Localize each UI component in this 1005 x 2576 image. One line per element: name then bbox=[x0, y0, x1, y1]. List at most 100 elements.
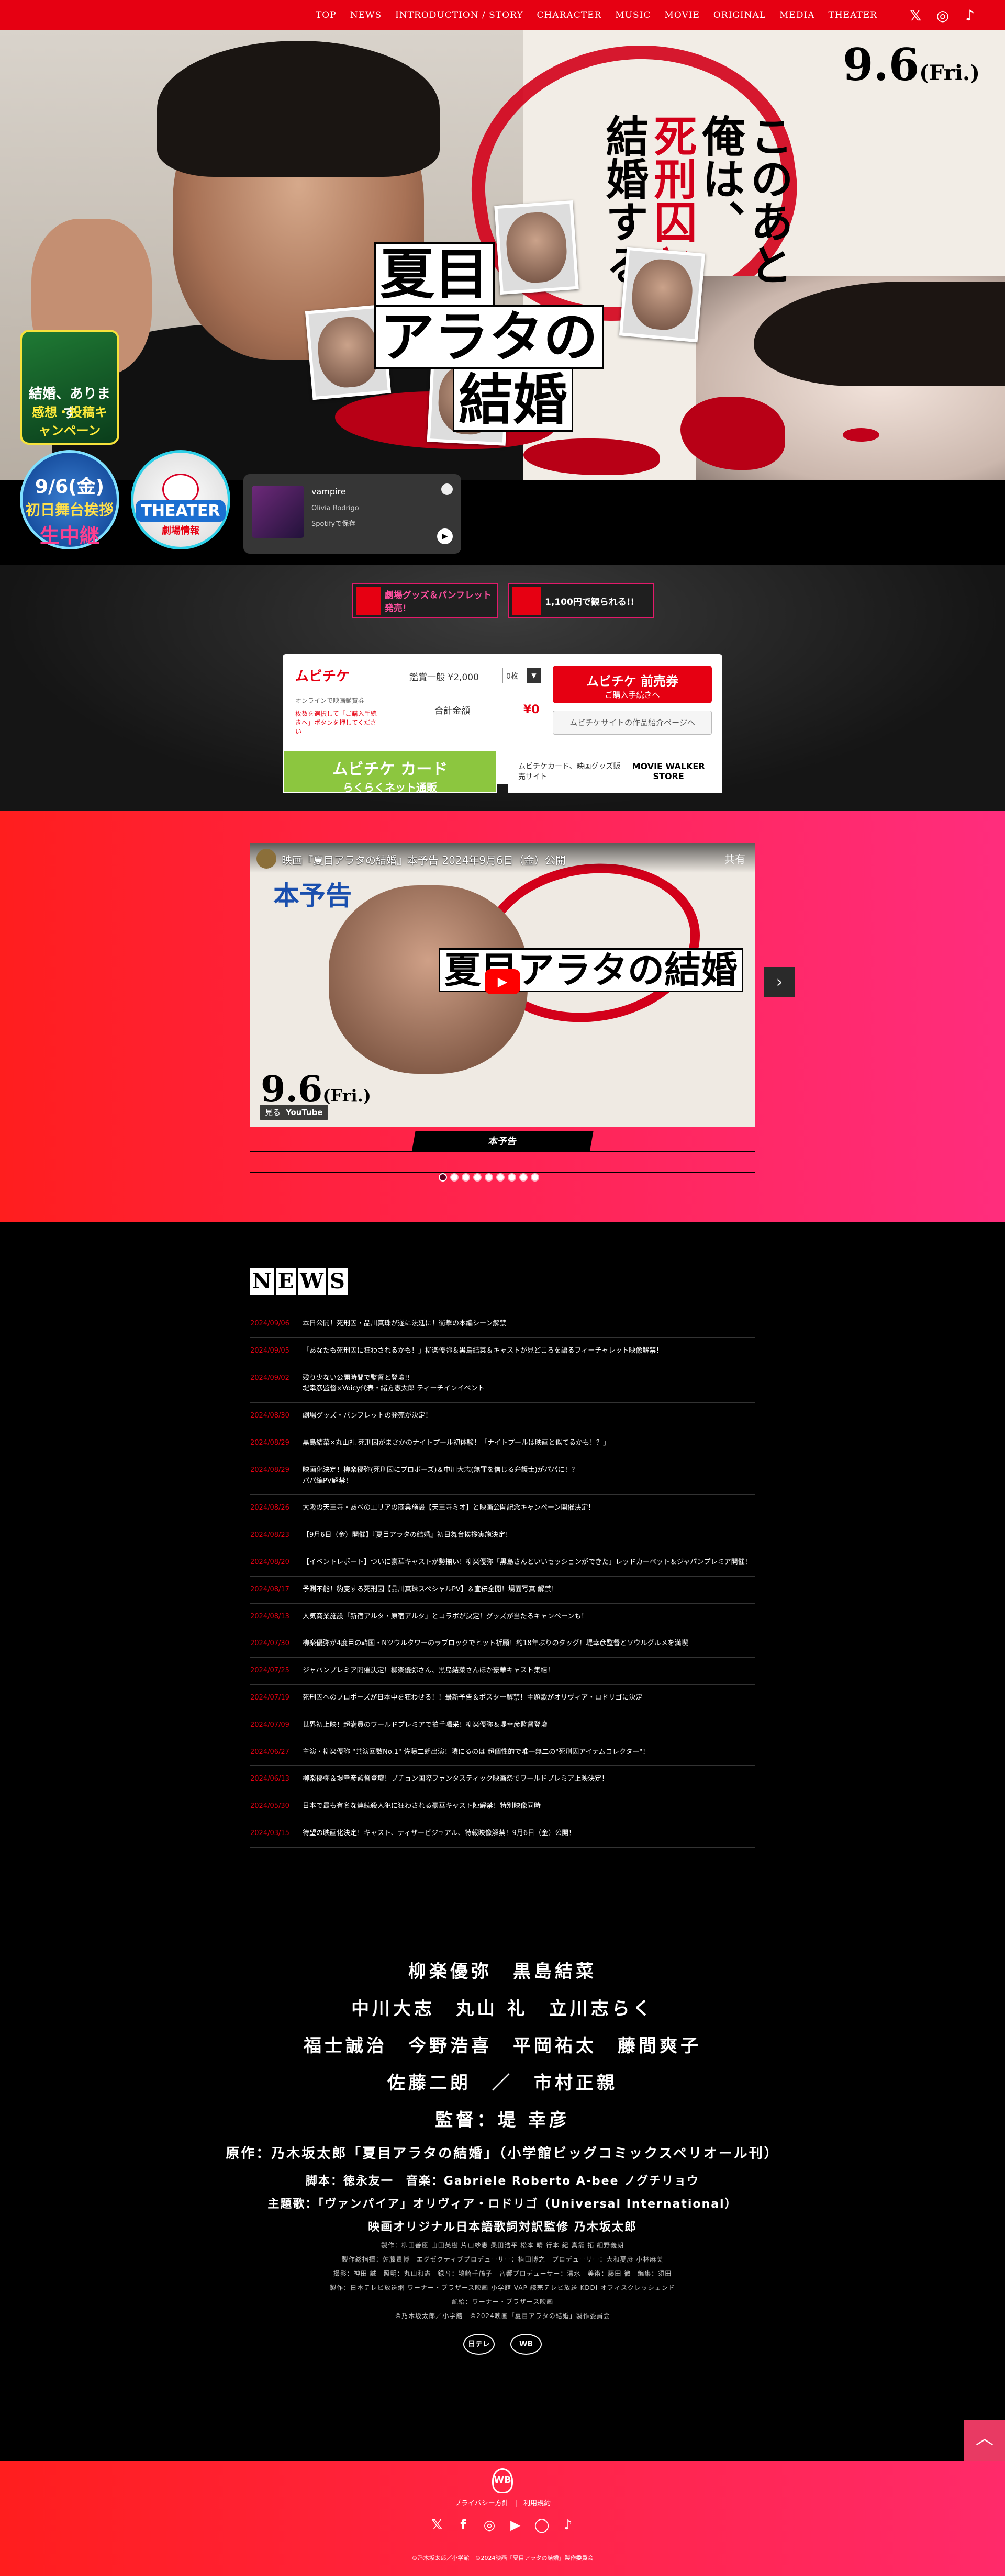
tiktok-icon[interactable]: ♪ bbox=[560, 2517, 576, 2534]
post-campaign-badge[interactable]: 結婚、あります 感想・投稿キャンペーン bbox=[20, 330, 119, 445]
instagram-icon[interactable]: ◎ bbox=[481, 2517, 498, 2534]
news-item[interactable]: 2024/08/23 【9月6日（金）開催】『夏目アラタの結婚』初日舞台挨拶実施決… bbox=[250, 1522, 755, 1549]
news-title[interactable]: 「あなたも死刑囚に狂わされるかも！」柳楽優弥＆黒島結菜＆キャストが見どころを語る… bbox=[303, 1346, 663, 1357]
nav-music[interactable]: MUSIC bbox=[615, 10, 651, 20]
news-title[interactable]: 主演・柳楽優弥 "共演回数No.1" 佐藤二朗出演！隣にるのは 超個性的で唯一無… bbox=[303, 1747, 649, 1758]
news-title[interactable]: 映画化決定！柳楽優弥(死刑囚にプロポーズ)＆中川大志(無罪を信じる弁護士)がパパ… bbox=[303, 1465, 578, 1487]
green-cta-line1: ムビチケ カード bbox=[332, 760, 448, 779]
mubichike-card-button[interactable]: ムビチケ カード らくらくネット通販 bbox=[283, 749, 497, 794]
share-icon[interactable]: 共有 bbox=[724, 851, 745, 866]
channel-avatar[interactable] bbox=[256, 849, 276, 869]
play-button[interactable]: ▶ bbox=[437, 528, 453, 544]
pagination-dot[interactable] bbox=[508, 1173, 516, 1182]
news-title[interactable]: 本日公開！死刑囚・品川真珠が遂に法廷に！衝撃の本編シーン解禁 bbox=[303, 1319, 506, 1330]
watch-on-youtube[interactable]: 見る YouTube bbox=[260, 1105, 328, 1120]
goods-banner[interactable]: 劇場グッズ＆パンフレット発売! bbox=[352, 583, 498, 618]
x-icon[interactable]: 𝕏 bbox=[907, 6, 924, 24]
video-badge: 本予告 bbox=[273, 881, 352, 911]
spotify-embed[interactable]: vampire Olivia Rodrigo Spotifyで保存 ▶ bbox=[243, 474, 461, 554]
news-title[interactable]: 日本で最も有名な連続殺人犯に狂わされる豪華キャスト陣解禁！特別映像同時 bbox=[303, 1801, 541, 1812]
news-date: 2024/07/25 bbox=[250, 1667, 289, 1675]
news-title[interactable]: 大阪の天王寺・あべのエリアの商業施設【天王寺ミオ】と映画公開記念キャンペーン開催… bbox=[303, 1503, 595, 1514]
news-date: 2024/08/30 bbox=[250, 1412, 289, 1420]
nav-movie[interactable]: MOVIE bbox=[664, 10, 699, 20]
x-icon[interactable]: 𝕏 bbox=[429, 2517, 445, 2534]
nav-top[interactable]: TOP bbox=[316, 10, 337, 20]
pagination-dot[interactable] bbox=[531, 1173, 539, 1182]
green-cta-line2: らくらくネット通販 bbox=[343, 781, 437, 794]
pagination-dot[interactable] bbox=[485, 1173, 493, 1182]
tiktok-icon[interactable]: ♪ bbox=[961, 6, 979, 24]
movie-walker-store-button[interactable]: ムビチケカード、映画グッズ販売サイト MOVIE WALKER STORE bbox=[508, 749, 722, 793]
news-title[interactable]: ジャパンプレミア開催決定！柳楽優弥さん、黒島結菜さんほか豪華キャスト集結！ bbox=[303, 1666, 554, 1677]
pagination-dot[interactable] bbox=[496, 1173, 505, 1182]
tagline-line: 俺は、 bbox=[695, 114, 745, 243]
opening-day-badge[interactable]: 9/6(金) 初日舞台挨拶 生中継 bbox=[20, 450, 119, 549]
next-slide-button[interactable]: › bbox=[764, 967, 795, 997]
nav-news[interactable]: NEWS bbox=[350, 10, 382, 20]
news-item[interactable]: 2024/07/19 死刑囚へのプロポーズが日本中を狂わせる！！最新予告＆ポスター… bbox=[250, 1685, 755, 1712]
pagination-dot[interactable] bbox=[473, 1173, 482, 1182]
mubichike-site-link[interactable]: ムビチケサイトの作品紹介ページへ bbox=[553, 711, 712, 735]
news-item[interactable]: 2024/09/06 本日公開！死刑囚・品川真珠が遂に法廷に！衝撃の本編シーン解禁 bbox=[250, 1311, 755, 1338]
news-item[interactable]: 2024/07/25 ジャパンプレミア開催決定！柳楽優弥さん、黒島結菜さんほか豪華… bbox=[250, 1658, 755, 1685]
news-title[interactable]: 人気商業施設「新宿アルタ・原宿アルタ」とコラボが決定！グッズが当たるキャンペーン… bbox=[303, 1612, 588, 1623]
youtube-player[interactable]: 映画『夏目アラタの結婚』本予告 2024年9月6日（金）公開 共有 本予告 夏目… bbox=[250, 843, 755, 1127]
theme-credit-2: 映画オリジナル日本語歌詞対訳監修 乃木坂太郎 bbox=[368, 2221, 637, 2234]
pagination-dot[interactable] bbox=[462, 1173, 470, 1182]
news-title[interactable]: 待望の映画化決定！キャスト、ティザービジュアル、特報映像解禁！9月6日（金）公開… bbox=[303, 1828, 575, 1839]
news-item[interactable]: 2024/08/17 予測不能！豹変する死刑囚【品川真珠スペシャルPV】＆宣伝全開… bbox=[250, 1577, 755, 1604]
spotify-save-link[interactable]: Spotifyで保存 bbox=[311, 518, 355, 528]
news-item[interactable]: 2024/06/27 主演・柳楽優弥 "共演回数No.1" 佐藤二朗出演！隣にるの… bbox=[250, 1739, 755, 1767]
pagination-dot[interactable] bbox=[439, 1173, 447, 1182]
nav-character[interactable]: CHARACTER bbox=[537, 10, 602, 20]
price-campaign-banner[interactable]: 1,100円で観られる!! bbox=[508, 583, 654, 618]
nav-introduction[interactable]: INTRODUCTION / STORY bbox=[395, 10, 523, 20]
news-item[interactable]: 2024/08/26 大阪の天王寺・あべのエリアの商業施設【天王寺ミオ】と映画公開… bbox=[250, 1495, 755, 1523]
news-title[interactable]: 【9月6日（金）開催】『夏目アラタの結婚』初日舞台挨拶実施決定！ bbox=[303, 1530, 512, 1541]
news-date: 2024/07/30 bbox=[250, 1639, 289, 1648]
buy-ticket-button[interactable]: ムビチケ 前売券 ご購入手続きへ bbox=[553, 666, 712, 703]
news-title[interactable]: 【イベントレポート】ついに豪華キャストが勢揃い！柳楽優弥「黒島さんといいセッショ… bbox=[303, 1557, 752, 1568]
privacy-link[interactable]: プライバシー方針 bbox=[454, 2500, 509, 2507]
youtube-icon[interactable]: ▶ bbox=[507, 2517, 524, 2534]
white-cta-line1: ムビチケカード、映画グッズ販売サイト bbox=[518, 762, 621, 781]
nav-media[interactable]: MEDIA bbox=[779, 10, 814, 20]
line-icon[interactable]: ◯ bbox=[533, 2517, 550, 2534]
news-item[interactable]: 2024/08/30 劇場グッズ・パンフレットの発売が決定！ bbox=[250, 1403, 755, 1430]
video-title[interactable]: 映画『夏目アラタの結婚』本予告 2024年9月6日（金）公開 bbox=[282, 852, 566, 867]
news-title[interactable]: 世界初上映！超満員のワールドプレミアで拍手喝采！柳楽優弥＆堤幸彦監督登壇 bbox=[303, 1720, 548, 1731]
news-item[interactable]: 2024/08/20 【イベントレポート】ついに豪華キャストが勢揃い！柳楽優弥「黒… bbox=[250, 1549, 755, 1577]
news-item[interactable]: 2024/08/13 人気商業施設「新宿アルタ・原宿アルタ」とコラボが決定！グッズ… bbox=[250, 1604, 755, 1631]
nav-original[interactable]: ORIGINAL bbox=[713, 10, 766, 20]
news-item[interactable]: 2024/07/09 世界初上映！超満員のワールドプレミアで拍手喝采！柳楽優弥＆堤… bbox=[250, 1712, 755, 1739]
news-title[interactable]: 柳楽優弥が4度目の韓国・Nツウルタワーのラブロックでヒット祈願！約18年ぶりのタ… bbox=[303, 1638, 688, 1649]
instagram-icon[interactable]: ◎ bbox=[934, 6, 952, 24]
quantity-select[interactable]: 0枚 ▼ bbox=[502, 668, 541, 683]
news-title[interactable]: 劇場グッズ・パンフレットの発売が決定！ bbox=[303, 1411, 432, 1422]
news-item[interactable]: 2024/03/15 待望の映画化決定！キャスト、ティザービジュアル、特報映像解禁… bbox=[250, 1820, 755, 1848]
banner-text: 1,100円で観られる!! bbox=[545, 597, 635, 608]
news-date: 2024/08/29 bbox=[250, 1466, 289, 1474]
news-item[interactable]: 2024/08/29 黒島結菜×丸山礼 死刑囚がまさかのナイトプール初体験！「ナイ… bbox=[250, 1430, 755, 1457]
pagination-dot[interactable] bbox=[519, 1173, 528, 1182]
facebook-icon[interactable]: f bbox=[455, 2517, 472, 2534]
news-item[interactable]: 2024/05/30 日本で最も有名な連続殺人犯に狂わされる豪華キャスト陣解禁！特… bbox=[250, 1793, 755, 1820]
news-item[interactable]: 2024/09/05 「あなたも死刑囚に狂わされるかも！」柳楽優弥＆黒島結菜＆キャ… bbox=[250, 1338, 755, 1365]
news-title[interactable]: 残り少ない公開時間で監督と登壇!! 堤幸彦監督×Voicy代表・緒方憲太郎 ティ… bbox=[303, 1373, 485, 1395]
theater-badge[interactable]: THEATER 劇場情報 bbox=[131, 450, 230, 549]
news-title[interactable]: 柳楽優弥＆堤幸彦監督登壇！ブチョン国際ファンタスティック映画祭でワールドプレミア… bbox=[303, 1774, 608, 1785]
news-title[interactable]: 死刑囚へのプロポーズが日本中を狂わせる！！最新予告＆ポスター解禁！主題歌がオリヴ… bbox=[303, 1693, 642, 1704]
news-item[interactable]: 2024/09/02 残り少ない公開時間で監督と登壇!! 堤幸彦監督×Voicy代… bbox=[250, 1365, 755, 1403]
news-title[interactable]: 予測不能！豹変する死刑囚【品川真珠スペシャルPV】＆宣伝全開！場面写真 解禁！ bbox=[303, 1584, 558, 1595]
youtube-play-button[interactable]: ▶ bbox=[485, 969, 520, 994]
terms-link[interactable]: 利用規約 bbox=[523, 2500, 551, 2507]
news-title[interactable]: 黒島結菜×丸山礼 死刑囚がまさかのナイトプール初体験！「ナイトプールは映画と似て… bbox=[303, 1438, 610, 1449]
news-item[interactable]: 2024/07/30 柳楽優弥が4度目の韓国・Nツウルタワーのラブロックでヒット祈… bbox=[250, 1630, 755, 1658]
video-date: 9.6(Fri.) bbox=[261, 1068, 371, 1110]
pagination-dot[interactable] bbox=[450, 1173, 459, 1182]
news-item[interactable]: 2024/06/13 柳楽優弥＆堤幸彦監督登壇！ブチョン国際ファンタスティック映画… bbox=[250, 1766, 755, 1794]
news-item[interactable]: 2024/08/29 映画化決定！柳楽優弥(死刑囚にプロポーズ)＆中川大志(無罪を… bbox=[250, 1457, 755, 1495]
nav-theater[interactable]: THEATER bbox=[829, 10, 877, 20]
page-top-button[interactable]: ︿ bbox=[964, 2420, 1005, 2461]
